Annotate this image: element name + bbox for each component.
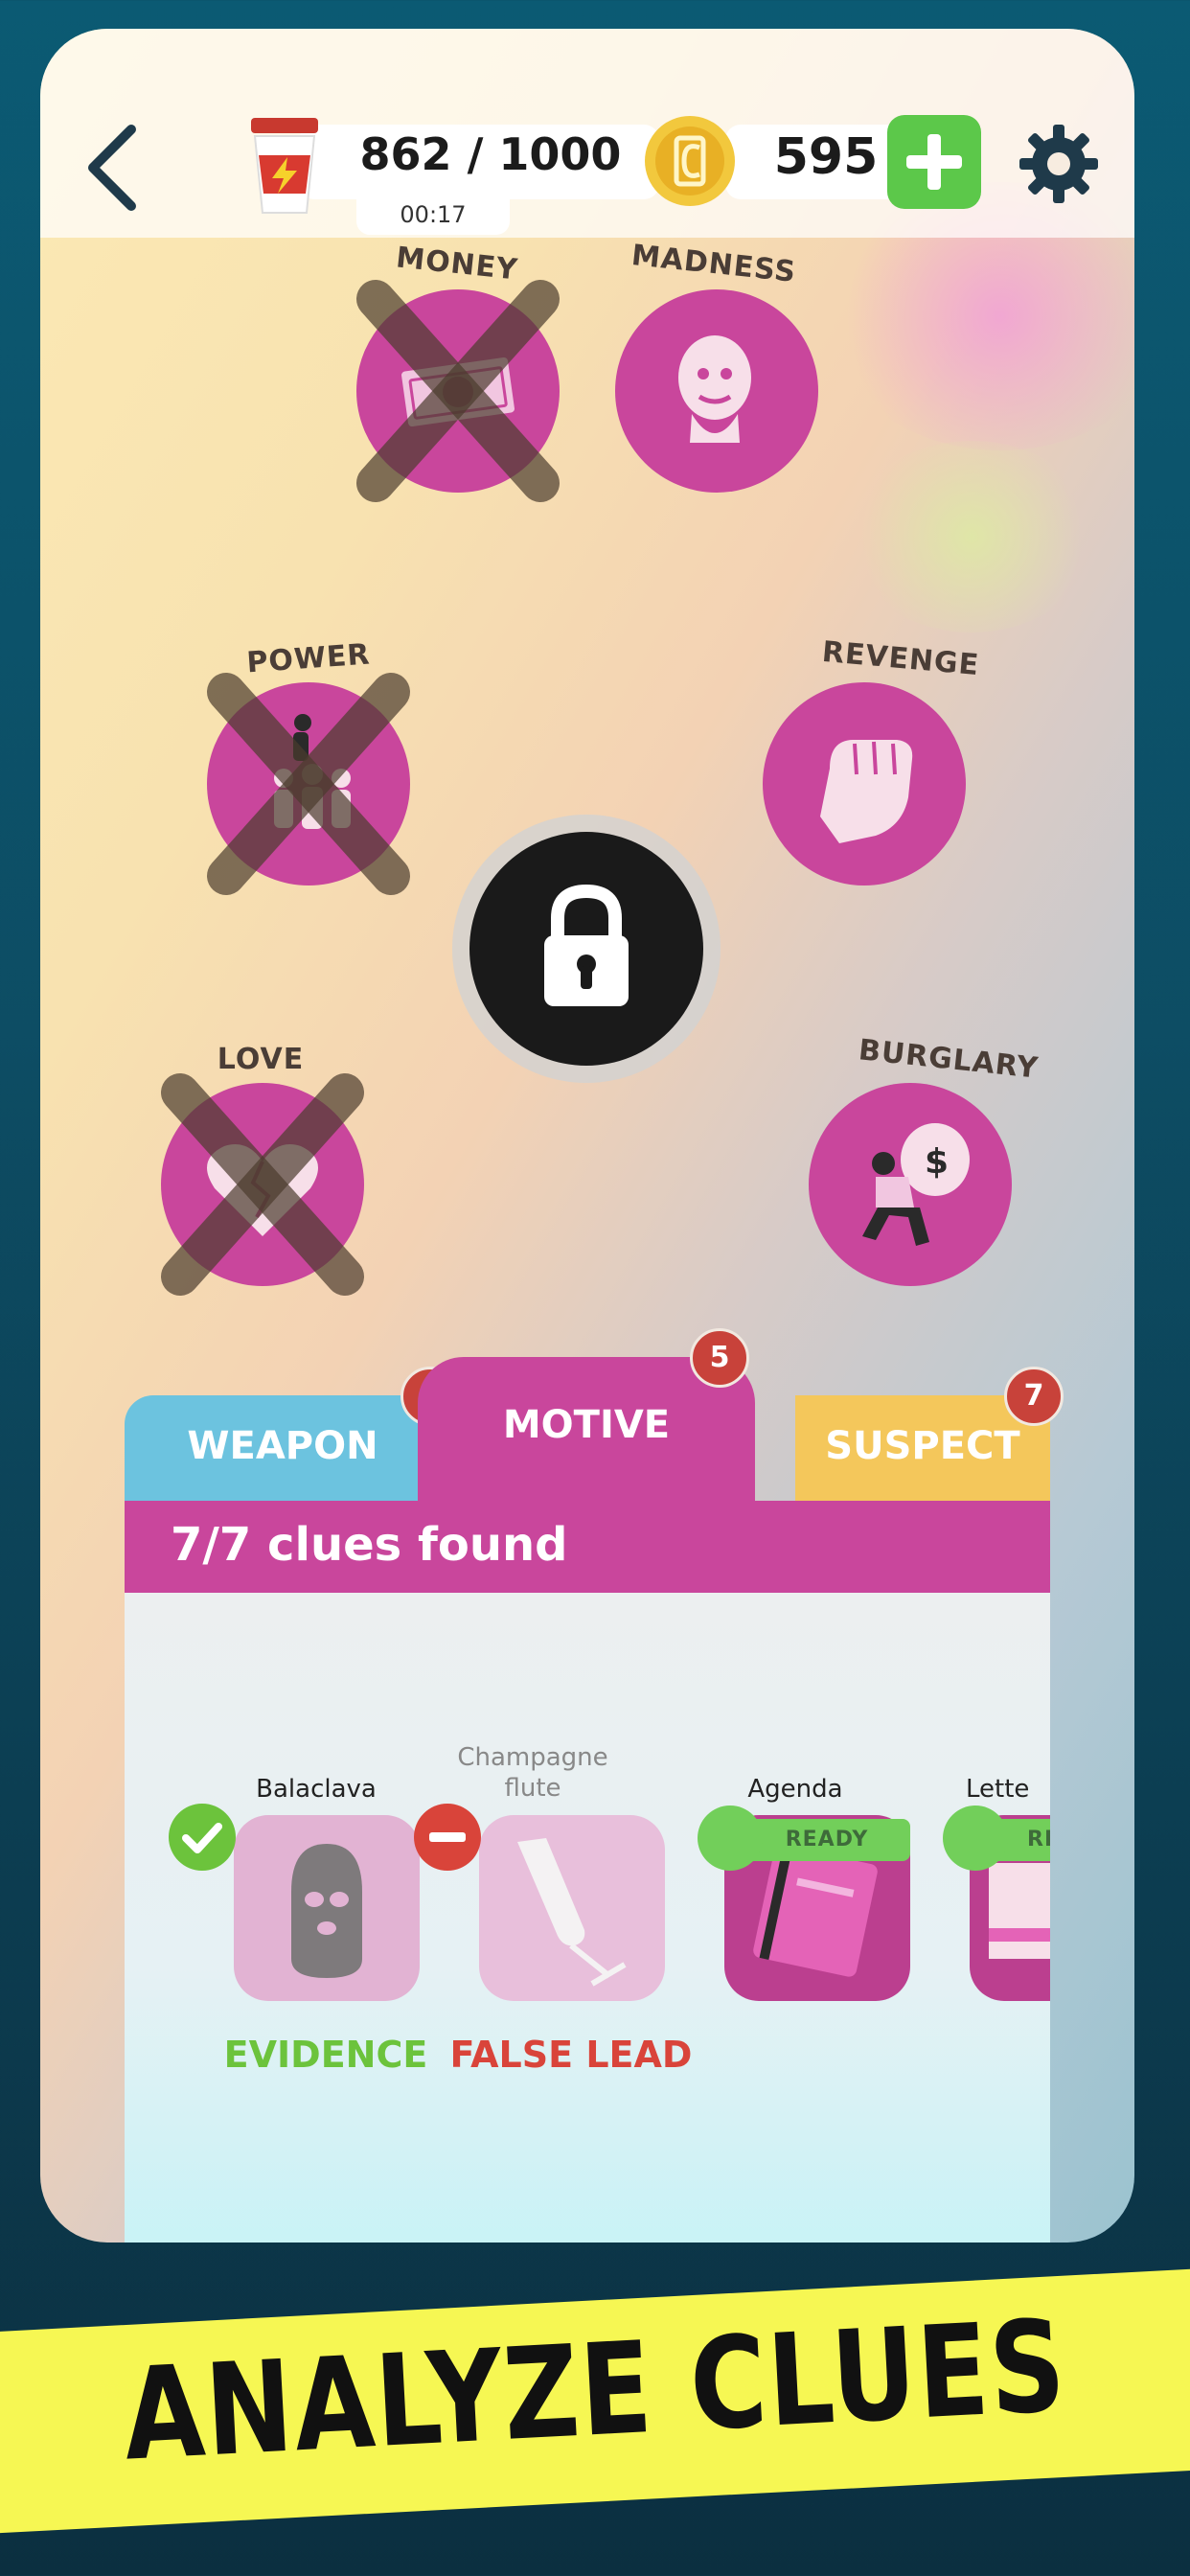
lock-icon <box>544 884 629 1006</box>
burglar-icon: $ <box>862 1123 970 1246</box>
evidence-check-icon <box>169 1804 236 1871</box>
crossed-out-icon <box>207 673 410 895</box>
motive-money[interactable] <box>356 280 560 502</box>
champagne-flute-icon <box>517 1838 627 1987</box>
crossed-out-icon <box>356 280 560 502</box>
fist-icon <box>820 740 913 843</box>
ready-badge: READY <box>744 1819 910 1861</box>
clue-label-balaclava: Balaclava <box>256 1775 377 1804</box>
back-arrow-icon[interactable] <box>79 115 146 220</box>
energy-timer: 00:17 <box>356 196 510 235</box>
coin-value: 595 <box>773 128 879 186</box>
clue-status-false-lead: FALSE LEAD <box>449 2034 693 2076</box>
mad-face-icon <box>678 335 751 443</box>
clues-status-bar: 7/7 clues found <box>125 1501 1050 1593</box>
settings-gear-icon[interactable] <box>1018 123 1100 205</box>
energy-value: 862 / 1000 <box>359 128 622 180</box>
locked-button[interactable] <box>469 832 703 1066</box>
energy-cup-icon <box>251 118 318 214</box>
ready-indicator-circle <box>943 1806 1008 1871</box>
svg-text:$: $ <box>925 1142 949 1182</box>
tab-weapon[interactable]: WEAPON <box>125 1395 441 1501</box>
clue-panel: WEAPON 7 SUSPECT 7 MOTIVE 5 7/7 clues fo… <box>125 1328 1064 2242</box>
balaclava-icon <box>291 1844 362 1978</box>
motive-revenge[interactable] <box>763 682 966 886</box>
clue-label-champagne-flute: Champagne flute <box>457 1743 608 1803</box>
motive-label-burglary: BURGLARY <box>857 1033 1041 1086</box>
tab-motive-label: MOTIVE <box>502 1403 671 1447</box>
motive-burglary[interactable]: $ <box>809 1083 1012 1286</box>
clue-card-champagne-flute[interactable] <box>479 1815 665 2001</box>
false-lead-minus-icon <box>414 1804 481 1871</box>
motive-power[interactable] <box>207 673 410 895</box>
motive-label-revenge: REVENGE <box>820 634 981 683</box>
motive-label-madness: MADNESS <box>629 239 798 289</box>
motive-love[interactable] <box>161 1073 364 1296</box>
clues-found-text: 7/7 clues found <box>171 1518 568 1572</box>
plus-icon <box>906 134 962 190</box>
add-coins-button[interactable] <box>887 115 981 209</box>
tab-weapon-label: WEAPON <box>187 1424 378 1468</box>
motive-madness[interactable] <box>615 289 818 493</box>
ready-indicator-circle <box>698 1806 763 1871</box>
game-screen: 862 / 1000 00:17 595 MONEY MADNESS POWER… <box>40 29 1134 2242</box>
tab-suspect-label: SUSPECT <box>825 1424 1020 1468</box>
tab-motive-badge: 5 <box>690 1328 749 1388</box>
tab-suspect-badge: 7 <box>1004 1367 1064 1426</box>
clue-status-evidence: EVIDENCE <box>223 2034 428 2076</box>
clue-label-letter: Lette <box>966 1775 1030 1804</box>
clue-card-balaclava[interactable] <box>234 1815 420 2001</box>
clue-list[interactable]: Balaclava EVIDENCE Champagne flute FALSE… <box>125 1593 1050 2242</box>
crossed-out-icon <box>161 1073 364 1296</box>
background-glow <box>847 441 1096 632</box>
clue-label-agenda: Agenda <box>747 1775 843 1804</box>
coin-icon <box>645 116 735 206</box>
